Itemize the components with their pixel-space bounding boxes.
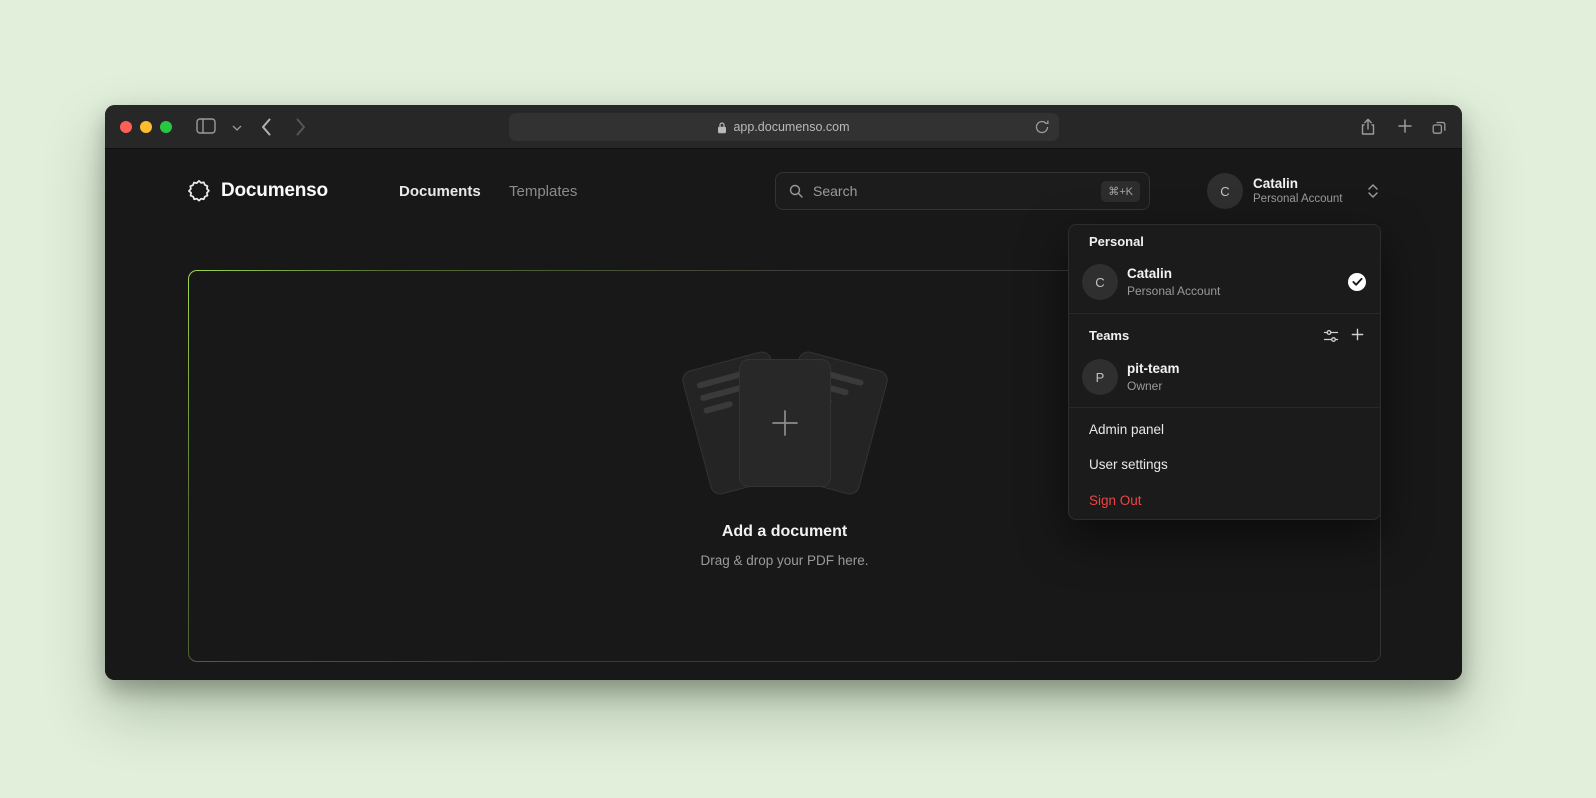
menu-item-sign-out[interactable]: Sign Out — [1081, 483, 1368, 517]
account-subtitle: Personal Account — [1253, 192, 1343, 206]
back-button[interactable] — [260, 117, 272, 137]
add-team-plus-icon[interactable] — [1350, 327, 1365, 342]
new-tab-plus-icon[interactable] — [1397, 118, 1413, 134]
tab-overview-icon[interactable] — [1430, 118, 1448, 136]
window-controls — [120, 121, 172, 133]
menu-heading-teams: Teams — [1089, 328, 1129, 343]
account-dropdown-menu: Personal C Catalin Personal Account Team… — [1068, 224, 1381, 520]
refresh-icon[interactable] — [1034, 119, 1050, 135]
url-text: app.documenso.com — [733, 120, 849, 134]
chevron-up-down-icon — [1367, 183, 1379, 199]
nav-item-documents[interactable]: Documents — [399, 183, 481, 200]
team-avatar: P — [1082, 359, 1118, 395]
account-menu-trigger[interactable]: C Catalin Personal Account — [1207, 173, 1379, 209]
menu-item-user-settings[interactable]: User settings — [1081, 447, 1368, 481]
brand[interactable]: Documenso — [186, 178, 328, 204]
dropzone-title: Add a document — [189, 523, 1380, 541]
manage-teams-sliders-icon[interactable] — [1323, 328, 1339, 344]
search-shortcut-badge: ⌘+K — [1101, 181, 1140, 202]
nav-item-templates[interactable]: Templates — [509, 183, 577, 200]
account-name: Catalin — [1253, 176, 1343, 192]
close-window-button[interactable] — [120, 121, 132, 133]
selected-check-icon — [1348, 273, 1366, 291]
menu-divider — [1069, 313, 1380, 314]
search-icon — [788, 183, 804, 199]
personal-account-subtitle: Personal Account — [1127, 284, 1220, 298]
browser-window: app.documenso.com — [105, 105, 1462, 680]
forward-button[interactable] — [295, 117, 307, 137]
menu-heading-personal: Personal — [1089, 234, 1144, 249]
document-stack-illustration — [655, 351, 915, 521]
add-document-plus-icon — [767, 405, 803, 441]
dropzone-subtitle: Drag & drop your PDF here. — [189, 553, 1380, 568]
menu-divider — [1069, 407, 1380, 408]
browser-toolbar: app.documenso.com — [105, 105, 1462, 149]
share-icon[interactable] — [1358, 116, 1378, 138]
address-bar[interactable]: app.documenso.com — [509, 113, 1059, 141]
app-content: Documenso Documents Templates ⌘+K C Cata… — [105, 149, 1462, 680]
team-role: Owner — [1127, 379, 1162, 393]
document-card-center — [739, 359, 831, 487]
team-name: pit-team — [1127, 361, 1180, 376]
sidebar-menu-chevron-down-icon[interactable] — [232, 125, 242, 131]
sidebar-toggle-icon[interactable] — [196, 118, 216, 134]
search-bar[interactable]: ⌘+K — [775, 172, 1150, 210]
lock-icon — [717, 121, 727, 134]
account-avatar: C — [1207, 173, 1243, 209]
personal-account-name: Catalin — [1127, 266, 1172, 281]
documenso-logo-icon — [186, 178, 212, 204]
personal-account-avatar: C — [1082, 264, 1118, 300]
zoom-window-button[interactable] — [160, 121, 172, 133]
menu-item-admin-panel[interactable]: Admin panel — [1081, 412, 1368, 446]
search-input[interactable] — [813, 183, 1101, 199]
minimize-window-button[interactable] — [140, 121, 152, 133]
brand-name: Documenso — [221, 180, 328, 202]
